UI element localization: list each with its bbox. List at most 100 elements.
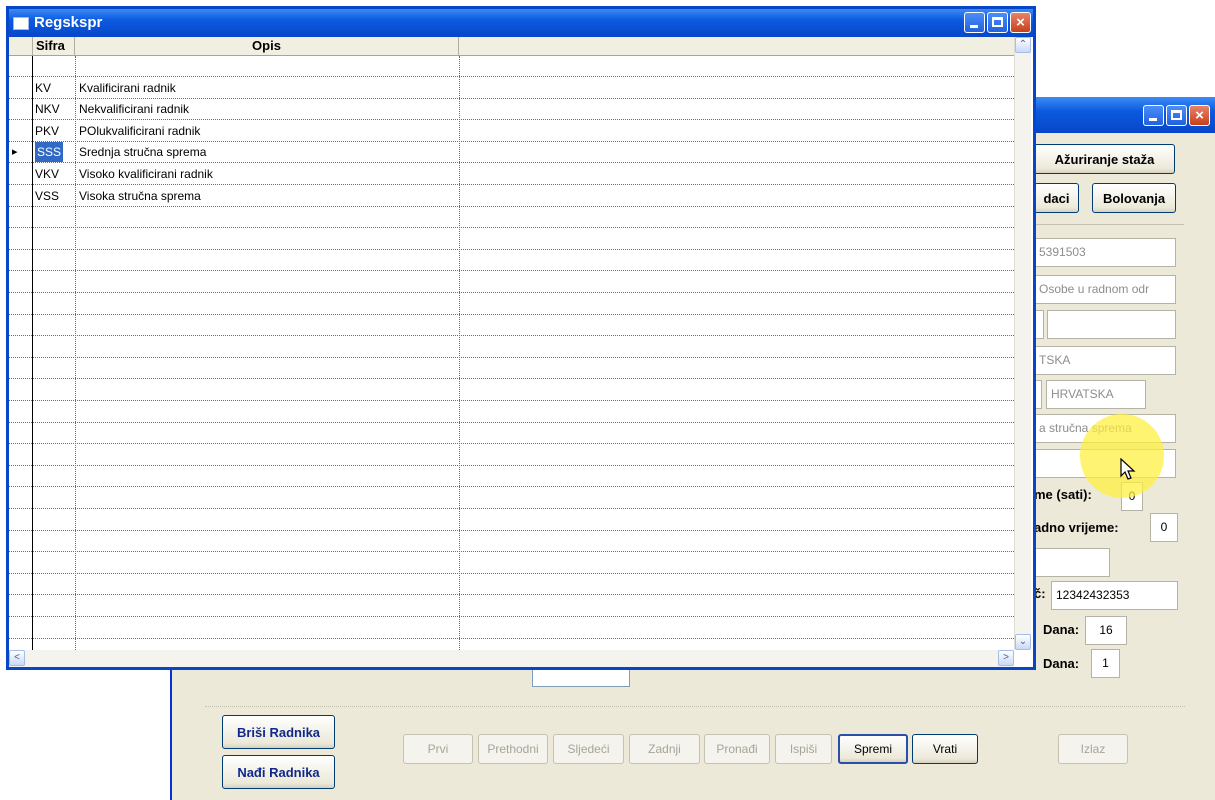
table-row[interactable] <box>9 294 1014 315</box>
oib-field[interactable]: 5391503 <box>1034 238 1176 267</box>
data-grid: KV Kvalificirani radnik NKV Nekvalificirani… <box>9 56 1014 650</box>
minimize-icon <box>970 25 978 28</box>
scroll-down-button[interactable]: ⌄ <box>1015 634 1031 650</box>
podaci-button[interactable]: daci <box>1034 183 1079 213</box>
current-row-indicator-icon: ▸ <box>12 146 18 158</box>
sati-label: me (sati): <box>1034 487 1092 502</box>
table-row[interactable]: ▸ SSS Srednja stručna sprema <box>9 142 1014 163</box>
racun-field[interactable]: 12342432353 <box>1051 581 1178 610</box>
table-row[interactable]: PKV POlukvalificirani radnik <box>9 121 1014 142</box>
table-row[interactable] <box>9 510 1014 531</box>
bolovanja-button[interactable]: Bolovanja <box>1092 183 1176 213</box>
radno-vrijeme-field[interactable]: 0 <box>1150 513 1178 542</box>
status-field[interactable]: Osobe u radnom odr <box>1034 275 1176 304</box>
table-row[interactable] <box>9 380 1014 401</box>
brisi-radnika-button[interactable]: Briši Radnika <box>222 715 335 749</box>
minimize-button[interactable] <box>964 12 985 33</box>
prethodni-button[interactable]: Prethodni <box>478 734 548 764</box>
nadi-radnika-button[interactable]: Nađi Radnika <box>222 755 335 789</box>
app-icon <box>13 17 29 30</box>
cell-sifra[interactable]: KV <box>35 78 51 98</box>
table-row[interactable] <box>9 358 1014 379</box>
dana2-field[interactable]: 1 <box>1091 649 1120 678</box>
divider <box>1034 224 1184 225</box>
dana2-label: Dana: <box>1043 656 1080 671</box>
zadnji-button[interactable]: Zadnji <box>629 734 700 764</box>
column-header-sifra[interactable]: Sifra <box>33 37 75 55</box>
column-header-opis[interactable]: Opis <box>75 37 459 55</box>
table-row[interactable]: KV Kvalificirani radnik <box>9 78 1014 99</box>
sljedeci-button[interactable]: Sljedeći <box>553 734 624 764</box>
table-row[interactable]: VSS Visoka stručna sprema <box>9 186 1014 207</box>
cell-opis[interactable]: Visoko kvalificirani radnik <box>79 164 213 184</box>
mouse-cursor-icon <box>1120 458 1136 480</box>
partial-input[interactable] <box>532 668 630 687</box>
table-row[interactable] <box>9 488 1014 509</box>
pronadi-button[interactable]: Pronađi <box>704 734 770 764</box>
azuriranje-staza-button[interactable]: Ažuriranje staža <box>1034 144 1175 174</box>
table-row[interactable] <box>9 553 1014 574</box>
close-button[interactable]: × <box>1189 105 1210 126</box>
regskspr-window: Regskspr × Sifra Opis KV Kvalificirani ra… <box>6 6 1036 670</box>
radno-vrijeme-label: adno vrijeme: <box>1034 520 1119 535</box>
cell-sifra[interactable]: NKV <box>35 99 60 119</box>
cell-opis[interactable]: Kvalificirani radnik <box>79 78 176 98</box>
maximize-icon <box>1171 110 1182 120</box>
table-row[interactable] <box>9 229 1014 250</box>
table-row[interactable]: VKV Visoko kvalificirani radnik <box>9 164 1014 185</box>
minimize-icon <box>1149 118 1157 121</box>
table-row[interactable] <box>9 596 1014 617</box>
table-row[interactable]: NKV Nekvalificirani radnik <box>9 99 1014 120</box>
drzava-field[interactable]: TSKA <box>1034 346 1176 375</box>
cell-sifra[interactable]: VSS <box>35 186 59 206</box>
ispisi-button[interactable]: Ispiši <box>775 734 832 764</box>
table-row[interactable] <box>9 272 1014 293</box>
header-selector <box>9 37 33 55</box>
horizontal-scrollbar[interactable]: < > <box>9 650 1014 667</box>
table-row[interactable] <box>9 531 1014 552</box>
spremi-button[interactable]: Spremi <box>838 734 908 764</box>
table-row[interactable] <box>9 423 1014 444</box>
izlaz-button[interactable]: Izlaz <box>1058 734 1128 764</box>
close-icon: × <box>1016 14 1025 31</box>
empty-field[interactable] <box>1047 310 1176 339</box>
cursor-highlight <box>1080 414 1164 498</box>
table-row[interactable] <box>9 250 1014 271</box>
window-titlebar: Regskspr × <box>9 9 1033 37</box>
cell-sifra[interactable]: SSS <box>35 142 64 162</box>
dana1-label: Dana: <box>1043 622 1080 637</box>
table-row[interactable] <box>9 207 1014 228</box>
maximize-icon <box>992 17 1003 27</box>
close-button[interactable]: × <box>1010 12 1031 33</box>
scroll-up-button[interactable]: ⌃ <box>1015 37 1031 53</box>
table-row[interactable] <box>9 445 1014 466</box>
table-row[interactable] <box>9 574 1014 595</box>
minimize-button[interactable] <box>1143 105 1164 126</box>
maximize-button[interactable] <box>987 12 1008 33</box>
table-row[interactable] <box>9 618 1014 639</box>
close-icon: × <box>1195 107 1204 124</box>
table-row[interactable] <box>9 466 1014 487</box>
cell-sifra[interactable]: VKV <box>35 164 59 184</box>
grid-header: Sifra Opis <box>9 37 1014 56</box>
cell-opis[interactable]: POlukvalificirani radnik <box>79 121 200 141</box>
vrati-button[interactable]: Vrati <box>912 734 978 764</box>
table-row[interactable] <box>9 337 1014 358</box>
dana1-field[interactable]: 16 <box>1085 616 1127 645</box>
prvi-button[interactable]: Prvi <box>403 734 473 764</box>
scroll-left-button[interactable]: < <box>9 650 25 666</box>
table-row[interactable] <box>9 315 1014 336</box>
empty-field-3[interactable] <box>1034 548 1110 577</box>
cell-opis[interactable]: Srednja stručna sprema <box>79 142 206 162</box>
divider <box>205 706 1185 707</box>
maximize-button[interactable] <box>1166 105 1187 126</box>
cell-sifra[interactable]: PKV <box>35 121 59 141</box>
scroll-right-button[interactable]: > <box>998 650 1014 666</box>
table-row[interactable] <box>9 56 1014 77</box>
cell-opis[interactable]: Visoka stručna sprema <box>79 186 201 206</box>
window-title: Regskspr <box>34 14 103 31</box>
table-row[interactable] <box>9 402 1014 423</box>
cell-opis[interactable]: Nekvalificirani radnik <box>79 99 189 119</box>
drzava2-field[interactable]: HRVATSKA <box>1046 380 1146 409</box>
vertical-scrollbar[interactable]: ⌃ ⌄ <box>1014 37 1031 650</box>
